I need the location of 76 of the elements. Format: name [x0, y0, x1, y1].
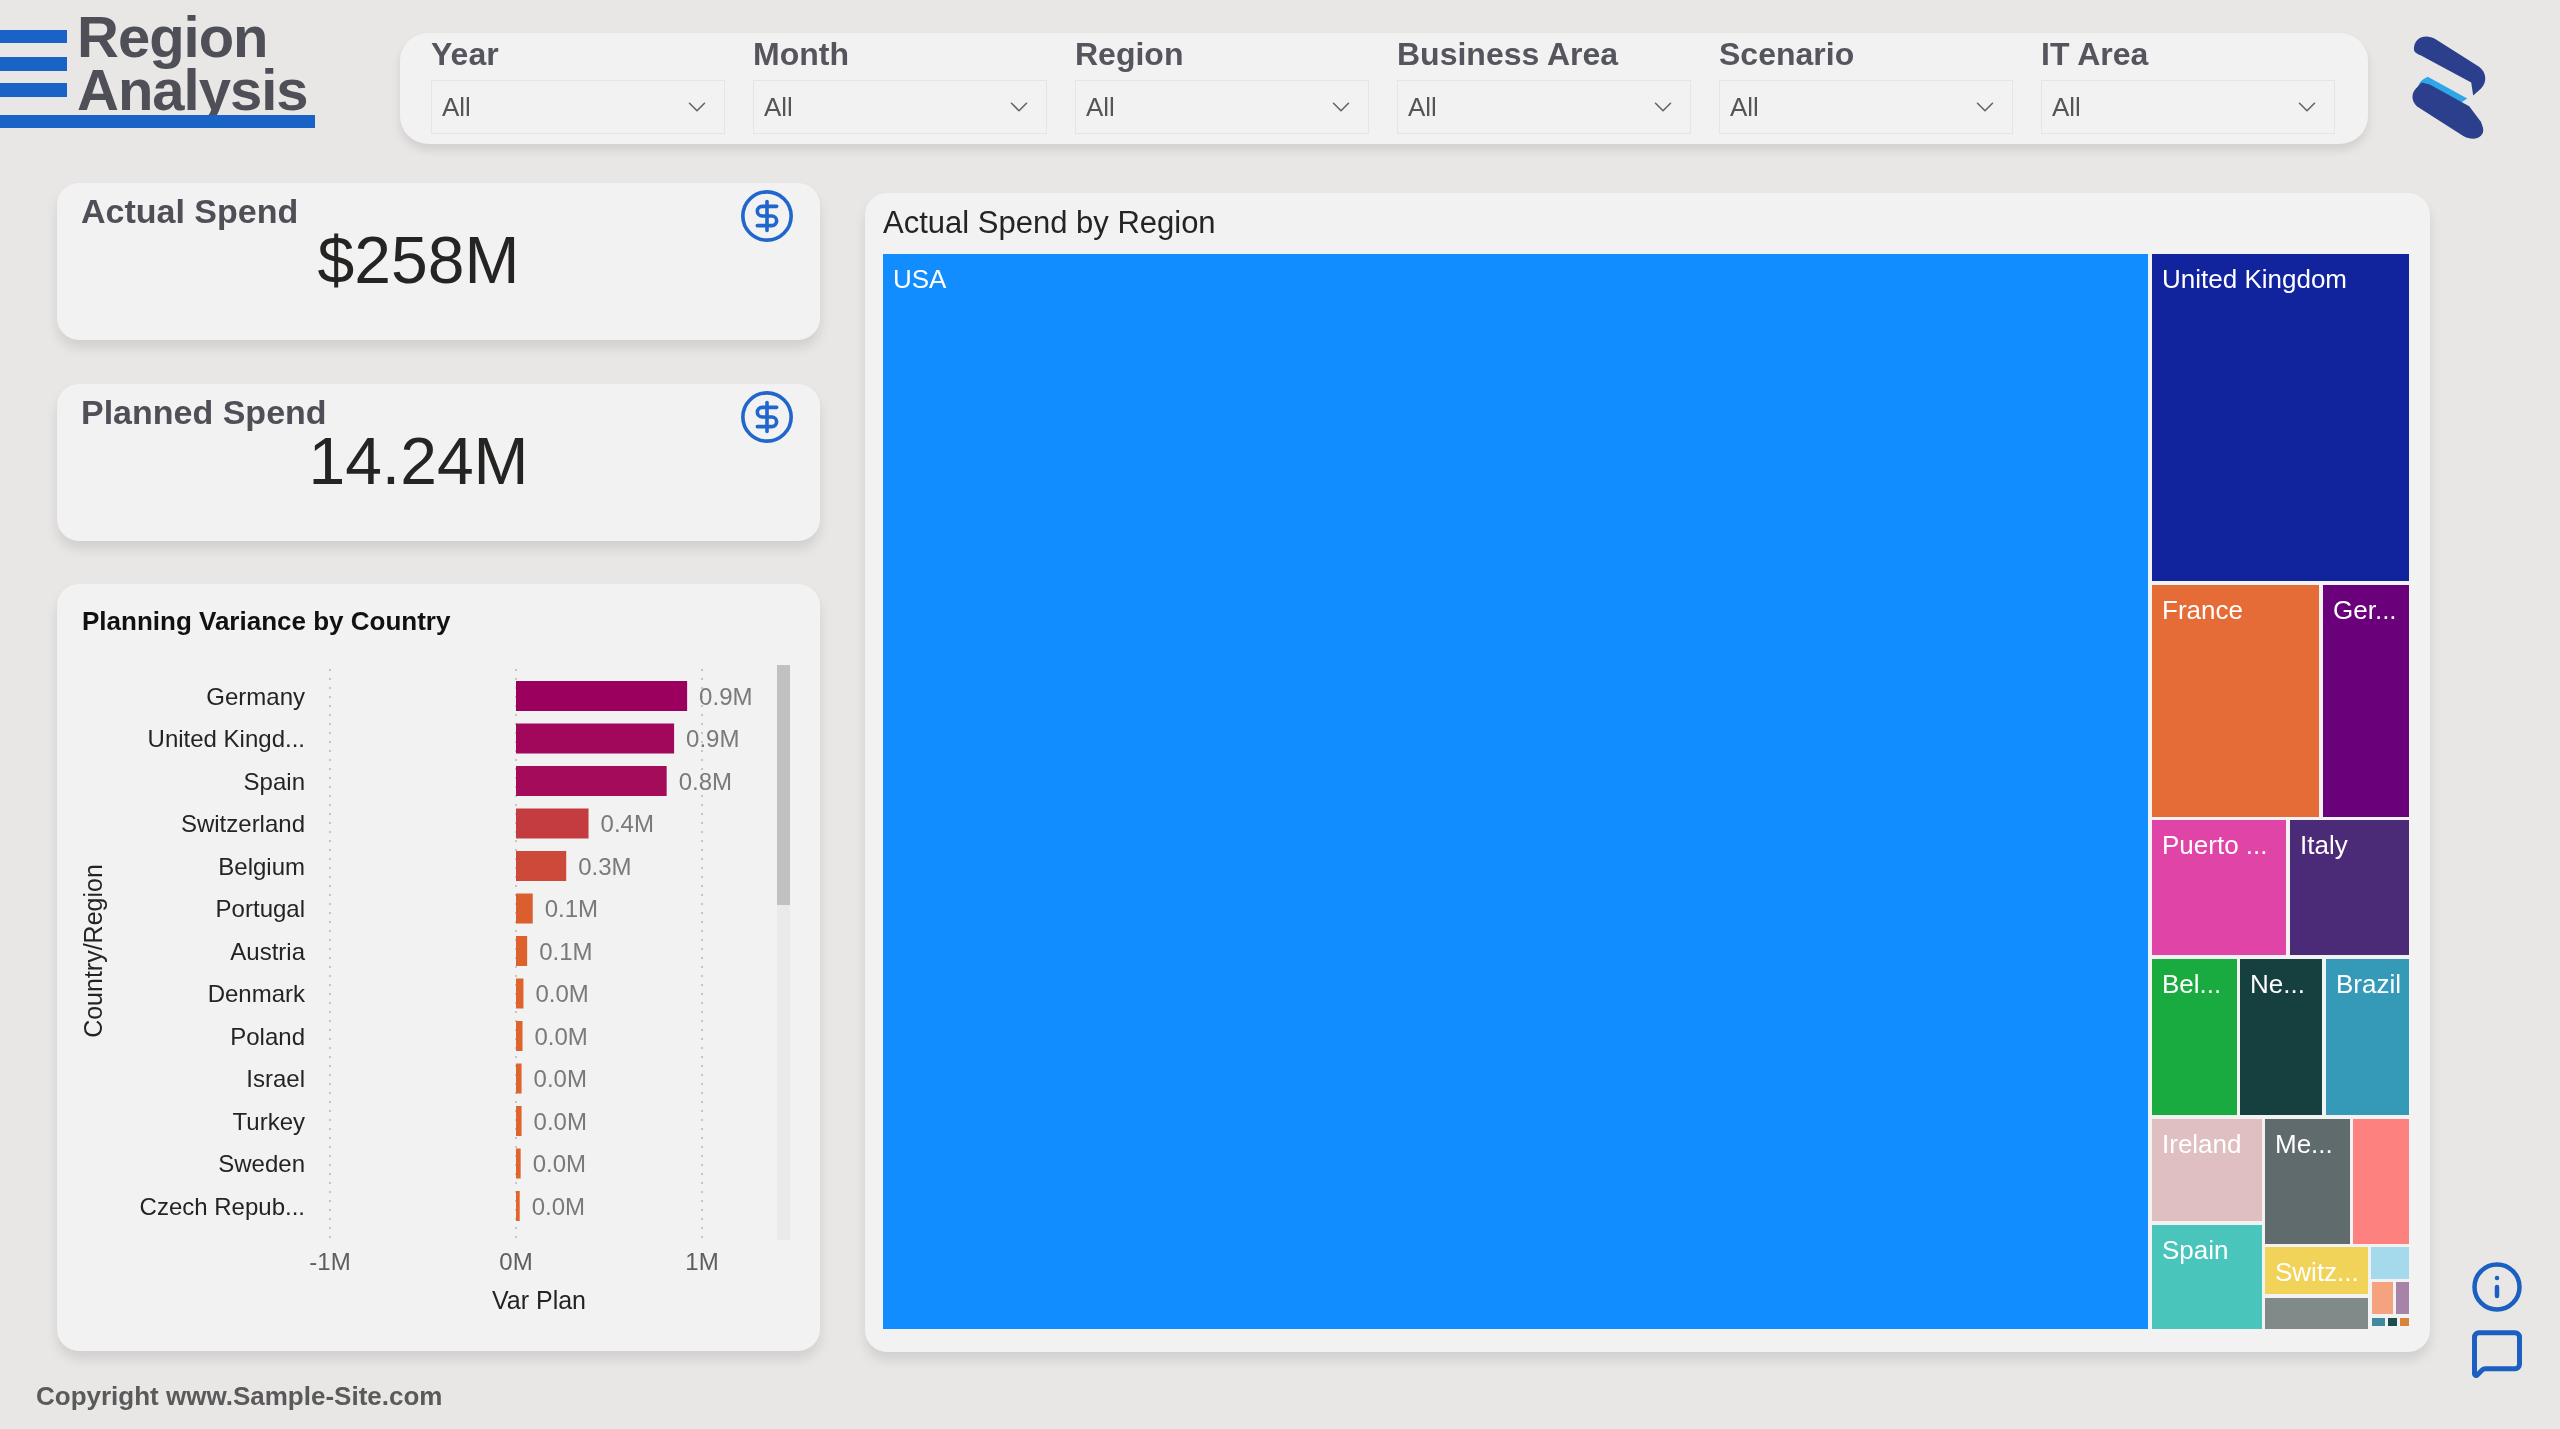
category-label: Belgium: [218, 852, 305, 880]
value-label: 0.1M: [544, 895, 599, 922]
tile-label: France: [2162, 595, 2243, 625]
report-title: Region Analysis: [77, 10, 309, 117]
logo-stripes-icon: [0, 29, 67, 97]
value-label: 0.9M: [686, 725, 740, 752]
filter-dropdown[interactable]: All: [1397, 80, 1691, 134]
tile-label: USA: [893, 264, 947, 294]
tile-label: Spain: [2162, 1235, 2229, 1265]
tile-label: Italy: [2300, 830, 2348, 860]
value-label: 0.4M: [600, 810, 654, 837]
value-label: 0.0M: [532, 1150, 586, 1177]
filter-label: Scenario: [1719, 35, 1856, 73]
tile-label: Ger...: [2333, 595, 2397, 625]
value-label: 0.1M: [539, 937, 593, 965]
bar: [516, 1191, 520, 1221]
bar: [516, 851, 567, 881]
bar: [516, 1063, 522, 1094]
category-label: Austria: [230, 937, 305, 965]
category-label: Switzerland: [180, 810, 305, 837]
tile-label: United Kingdom: [2162, 264, 2347, 294]
category-label: Poland: [230, 1022, 305, 1050]
category-label: Denmark: [207, 980, 305, 1007]
tile-label: Puerto ...: [2162, 830, 2268, 860]
scrollbar[interactable]: [777, 665, 790, 1240]
value-label: 0.9M: [699, 682, 753, 710]
filter-dropdown[interactable]: All: [1719, 80, 2013, 134]
filter-label: IT Area: [2041, 35, 2150, 73]
bar: [516, 1021, 523, 1051]
category-label: Czech Repub...: [139, 1192, 305, 1220]
bar: [516, 936, 528, 966]
tick-label: 1M: [685, 1247, 719, 1275]
bar: [516, 1148, 521, 1179]
filter-label: Business Area: [1397, 35, 1620, 73]
copyright-text: Copyright www.Sample-Site.com: [36, 1381, 443, 1411]
category-label: Sweden: [218, 1150, 305, 1177]
category-label: Portugal: [215, 895, 305, 922]
info-icon[interactable]: [2470, 1260, 2524, 1314]
chart-title: Actual Spend by Region: [883, 205, 1217, 241]
value-label: 0.3M: [578, 852, 632, 880]
tile-label: Ne...: [2250, 969, 2305, 999]
bar: [516, 978, 524, 1009]
category-label: Turkey: [232, 1107, 305, 1135]
tile-label: Ireland: [2162, 1129, 2242, 1159]
category-label: Spain: [243, 767, 305, 795]
tick-label: 0M: [499, 1247, 533, 1275]
value-label: 0.0M: [534, 1022, 588, 1050]
category-label: Israel: [246, 1065, 305, 1092]
bar: [516, 1106, 522, 1136]
value-label: 0.8M: [678, 767, 732, 795]
filter-dropdown[interactable]: All: [2041, 80, 2335, 134]
value-label: 0.0M: [533, 1107, 587, 1135]
axis-title: Var Plan: [492, 1286, 586, 1314]
chart-title: Planning Variance by Country: [82, 605, 452, 637]
dollar-icon: [738, 388, 796, 446]
category-label: United Kingd...: [147, 725, 305, 752]
value-label: 0.0M: [535, 980, 589, 1007]
value-label: 0.0M: [533, 1065, 587, 1092]
tile-label: Bel...: [2162, 969, 2222, 999]
filter-label: Month: [753, 35, 850, 73]
filter-dropdown[interactable]: All: [753, 80, 1047, 134]
bar: [516, 893, 533, 924]
filter-dropdown[interactable]: All: [1075, 80, 1369, 134]
kpi-value: $258M: [317, 225, 520, 295]
axis-title: Country/Region: [79, 864, 107, 1038]
dollar-icon: [738, 187, 796, 245]
tile-label: Switz...: [2275, 1257, 2359, 1287]
tile-label: Brazil: [2336, 969, 2401, 999]
kpi-title: Actual Spend: [81, 191, 299, 231]
value-label: 0.0M: [531, 1192, 586, 1220]
filter-label: Year: [431, 35, 500, 73]
tick-label: -1M: [309, 1247, 351, 1275]
category-label: Germany: [206, 682, 305, 710]
filter-dropdown[interactable]: All: [431, 80, 725, 134]
tile-label: Me...: [2275, 1129, 2333, 1159]
filter-label: Region: [1075, 35, 1185, 73]
